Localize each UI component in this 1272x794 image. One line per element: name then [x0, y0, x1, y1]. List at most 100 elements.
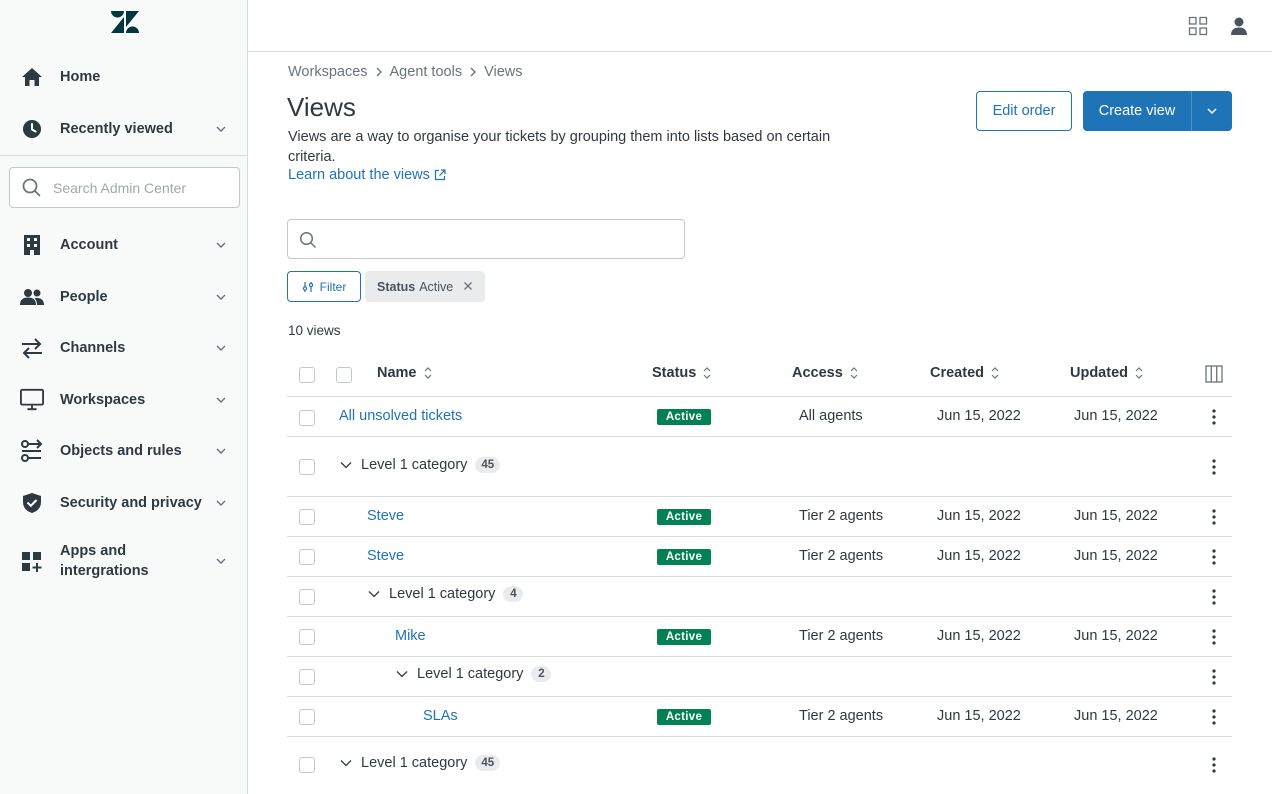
- edit-order-button[interactable]: Edit order: [976, 91, 1072, 131]
- sidebar-item-label: Home: [60, 69, 101, 85]
- breadcrumb-agent-tools[interactable]: Agent tools: [390, 64, 463, 80]
- column-header-created[interactable]: Created: [930, 365, 1000, 381]
- sliders-icon: [302, 281, 313, 292]
- table-row-category[interactable]: Level 1 category 45: [287, 737, 1232, 793]
- table-row-category[interactable]: Level 1 category 4: [287, 577, 1232, 617]
- view-name-link[interactable]: Steve: [367, 548, 404, 564]
- overflow-menu-icon[interactable]: [1204, 707, 1224, 727]
- row-checkbox[interactable]: [299, 509, 315, 525]
- row-checkbox[interactable]: [299, 549, 315, 565]
- sidebar-item-label: People: [60, 289, 108, 305]
- views-search-field[interactable]: [287, 219, 685, 259]
- chevron-down-icon: [216, 126, 226, 132]
- view-name-link[interactable]: Steve: [367, 508, 404, 524]
- sidebar-item-account[interactable]: Account: [0, 234, 247, 256]
- overflow-menu-icon[interactable]: [1204, 587, 1224, 607]
- row-checkbox[interactable]: [299, 757, 315, 773]
- column-header-updated[interactable]: Updated: [1070, 365, 1144, 381]
- column-header-label: Status: [652, 365, 697, 381]
- select-all-checkbox[interactable]: [299, 367, 315, 383]
- view-name-link[interactable]: SLAs: [423, 708, 458, 724]
- category-group: Level 1 category 2: [395, 666, 552, 682]
- chevron-right-icon: [374, 65, 384, 80]
- chevron-right-icon: [468, 65, 478, 80]
- sort-icon: [703, 367, 711, 379]
- view-name-link[interactable]: All unsolved tickets: [339, 408, 462, 424]
- breadcrumb-workspaces[interactable]: Workspaces: [288, 64, 368, 80]
- sidebar-item-security-and-privacy[interactable]: Security and privacy: [0, 492, 247, 514]
- sidebar-item-channels[interactable]: Channels: [0, 337, 247, 359]
- search-icon: [299, 231, 317, 249]
- user-profile-icon[interactable]: [1229, 16, 1249, 36]
- table-row[interactable]: All unsolved tickets Active All agents J…: [287, 397, 1232, 437]
- column-header-name[interactable]: Name: [377, 365, 433, 381]
- overflow-menu-icon[interactable]: [1204, 457, 1224, 477]
- home-icon: [20, 65, 44, 89]
- column-header-label: Created: [930, 365, 984, 381]
- admin-search-input[interactable]: [53, 178, 228, 198]
- chevron-down-icon[interactable]: [339, 458, 353, 472]
- updated-cell: Jun 15, 2022: [1074, 408, 1158, 424]
- overflow-menu-icon[interactable]: [1204, 755, 1224, 775]
- views-search-input[interactable]: [328, 229, 668, 249]
- column-header-access[interactable]: Access: [792, 365, 859, 381]
- chevron-down-icon[interactable]: [339, 756, 353, 770]
- sidebar-item-label: Account: [60, 237, 118, 253]
- overflow-menu-icon[interactable]: [1204, 547, 1224, 567]
- row-checkbox[interactable]: [299, 589, 315, 605]
- product-tray-icon[interactable]: [1188, 16, 1208, 36]
- apps-icon: [20, 550, 44, 574]
- category-group: Level 1 category 4: [367, 586, 524, 602]
- top-bar: [248, 0, 1272, 52]
- column-header-status[interactable]: Status: [652, 365, 712, 381]
- overflow-menu-icon[interactable]: [1204, 407, 1224, 427]
- sidebar-item-apps-and-integrations[interactable]: Apps and intergrations: [0, 541, 247, 581]
- row-checkbox[interactable]: [299, 709, 315, 725]
- chevron-down-icon[interactable]: [367, 587, 381, 601]
- updated-cell: Jun 15, 2022: [1074, 628, 1158, 644]
- view-name-link[interactable]: Mike: [395, 628, 426, 644]
- sidebar-item-recently-viewed[interactable]: Recently viewed: [0, 118, 247, 140]
- close-icon[interactable]: [461, 279, 475, 293]
- select-column-checkbox[interactable]: [336, 367, 352, 383]
- filter-tag-key: Status: [377, 279, 416, 294]
- overflow-menu-icon[interactable]: [1204, 627, 1224, 647]
- table-row[interactable]: Mike Active Tier 2 agents Jun 15, 2022 J…: [287, 617, 1232, 657]
- overflow-menu-icon[interactable]: [1204, 667, 1224, 687]
- sidebar-item-label: Apps and intergrations: [60, 543, 149, 579]
- create-view-menu-button[interactable]: [1192, 91, 1232, 131]
- filter-button[interactable]: Filter: [287, 271, 361, 302]
- sidebar-item-label: Workspaces: [60, 392, 146, 408]
- row-checkbox[interactable]: [299, 669, 315, 685]
- table-row[interactable]: SLAs Active Tier 2 agents Jun 15, 2022 J…: [287, 697, 1232, 737]
- table-row[interactable]: Steve Active Tier 2 agents Jun 15, 2022 …: [287, 497, 1232, 537]
- created-cell: Jun 15, 2022: [937, 408, 1021, 424]
- row-checkbox[interactable]: [299, 629, 315, 645]
- category-name: Level 1 category: [361, 457, 468, 473]
- create-view-button[interactable]: Create view: [1083, 91, 1191, 131]
- table-header: Name Status Access Created Updated: [287, 353, 1232, 397]
- admin-search-field[interactable]: [9, 167, 240, 208]
- chevron-down-icon[interactable]: [395, 667, 409, 681]
- learn-about-views-link[interactable]: Learn about the views: [288, 167, 446, 183]
- columns-icon[interactable]: [1205, 365, 1223, 383]
- breadcrumb-views: Views: [484, 64, 523, 80]
- category-name: Level 1 category: [389, 586, 496, 602]
- row-checkbox[interactable]: [299, 459, 315, 475]
- sidebar-item-objects-and-rules[interactable]: Objects and rules: [0, 439, 247, 462]
- zendesk-logo[interactable]: [111, 11, 139, 33]
- sort-icon: [1135, 367, 1143, 379]
- category-count-badge: 45: [475, 755, 501, 771]
- table-row-category[interactable]: Level 1 category 2: [287, 657, 1232, 697]
- updated-cell: Jun 15, 2022: [1074, 708, 1158, 724]
- chevron-down-icon: [216, 558, 226, 564]
- clock-icon: [20, 117, 44, 141]
- overflow-menu-icon[interactable]: [1204, 507, 1224, 527]
- sidebar-item-workspaces[interactable]: Workspaces: [0, 388, 247, 411]
- row-checkbox[interactable]: [299, 410, 315, 426]
- sidebar-item-home[interactable]: Home: [0, 66, 247, 88]
- sidebar-item-people[interactable]: People: [0, 286, 247, 308]
- table-row[interactable]: Steve Active Tier 2 agents Jun 15, 2022 …: [287, 537, 1232, 577]
- created-cell: Jun 15, 2022: [937, 628, 1021, 644]
- table-row-category[interactable]: Level 1 category 45: [287, 437, 1232, 497]
